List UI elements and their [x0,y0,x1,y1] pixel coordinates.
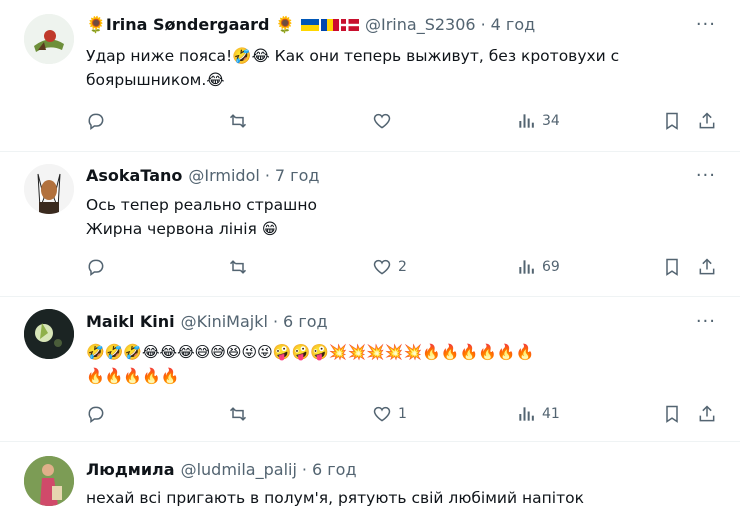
share-icon [697,404,717,424]
author-handle[interactable]: @Irmidol [188,166,259,185]
action-bar: 1 41 [86,404,718,428]
tweet-text: Удар ниже пояса!🤣😂 Как они теперь выживу… [86,47,620,89]
likes-count: 1 [398,406,407,422]
more-icon[interactable]: ··· [696,14,716,35]
views-button[interactable]: 69 [516,257,560,277]
separator-dot: · [272,312,279,331]
author-name[interactable]: Maikl Kini [86,312,175,331]
views-icon [516,111,536,131]
author-name[interactable]: Людмила [86,460,175,479]
author-name[interactable]: 🌻Irina Søndergaard 🌻 [86,15,295,34]
flag-icon [321,18,339,31]
author-handle[interactable]: @ludmila_palij [181,460,297,479]
bookmark-button[interactable] [662,111,682,131]
like-icon [372,257,392,277]
views-count: 41 [542,406,560,422]
reply-icon [86,257,106,277]
separator-dot: · [301,460,307,479]
retweet-icon [228,404,248,424]
author-handle[interactable]: @KiniMajkl [181,312,268,331]
share-button[interactable] [697,111,717,131]
author-name[interactable]: AsokaTano [86,166,182,185]
likes-count: 2 [398,259,407,275]
reply-icon [86,111,106,131]
bookmark-icon [662,257,682,277]
views-icon [516,404,536,424]
tweet[interactable]: Людмила @ludmila_palij · 6 год нехай всі… [0,442,740,524]
views-count: 69 [542,259,560,275]
tweet[interactable]: 🌻Irina Søndergaard 🌻 @Irina_S2306 · 4 го… [0,0,740,152]
action-bar: 34 [86,111,718,135]
avatar[interactable] [24,14,74,64]
share-icon [697,111,717,131]
flag-icon [341,18,359,31]
avatar[interactable] [24,456,74,506]
bookmark-icon [662,404,682,424]
reply-button[interactable] [86,257,106,277]
views-button[interactable]: 41 [516,404,560,424]
avatar[interactable] [24,309,74,359]
share-button[interactable] [697,257,717,277]
reply-button[interactable] [86,404,106,424]
retweet-button[interactable] [228,257,248,277]
timestamp[interactable]: 6 год [283,312,328,331]
like-button[interactable]: 2 [372,257,407,277]
views-icon [516,257,536,277]
timestamp[interactable]: 6 год [312,460,357,479]
flags [299,18,359,31]
tweet[interactable]: AsokaTano @Irmidol · 7 год ··· Ось тепер… [0,152,740,297]
views-button[interactable]: 34 [516,111,560,131]
bookmark-button[interactable] [662,257,682,277]
separator-dot: · [480,15,486,34]
retweet-button[interactable] [228,404,248,424]
author-handle[interactable]: @Irina_S2306 [365,15,476,34]
bookmark-button[interactable] [662,404,682,424]
retweet-icon [228,111,248,131]
more-icon[interactable]: ··· [696,165,716,186]
timestamp[interactable]: 7 год [275,166,320,185]
bookmark-icon [662,111,682,131]
like-button[interactable] [372,111,398,131]
avatar[interactable] [24,164,74,214]
like-icon [372,111,392,131]
share-icon [697,257,717,277]
retweet-icon [228,257,248,277]
separator-dot: · [264,166,270,185]
reply-icon [86,404,106,424]
share-button[interactable] [697,404,717,424]
retweet-button[interactable] [228,111,248,131]
flag-icon [301,18,319,31]
action-bar: 2 69 [86,257,718,281]
tweet-text: 🤣🤣🤣😂😂😂😅😅😆😜😜🤪🤪🤪💥💥💥💥💥🔥🔥🔥🔥🔥🔥 🔥🔥🔥🔥🔥 [86,343,535,385]
reply-button[interactable] [86,111,106,131]
views-count: 34 [542,113,560,129]
more-icon[interactable]: ··· [696,311,716,332]
tweet[interactable]: Maikl Kini @KiniMajkl · 6 год ··· 🤣🤣🤣😂😂😂… [0,297,740,442]
tweet-text: нехай всі пригають в полум'я, рятують св… [86,489,584,507]
timestamp[interactable]: 4 год [491,15,536,34]
like-button[interactable]: 1 [372,404,407,424]
tweet-text: Ось тепер реально страшно Жирна червона … [86,196,317,238]
like-icon [372,404,392,424]
